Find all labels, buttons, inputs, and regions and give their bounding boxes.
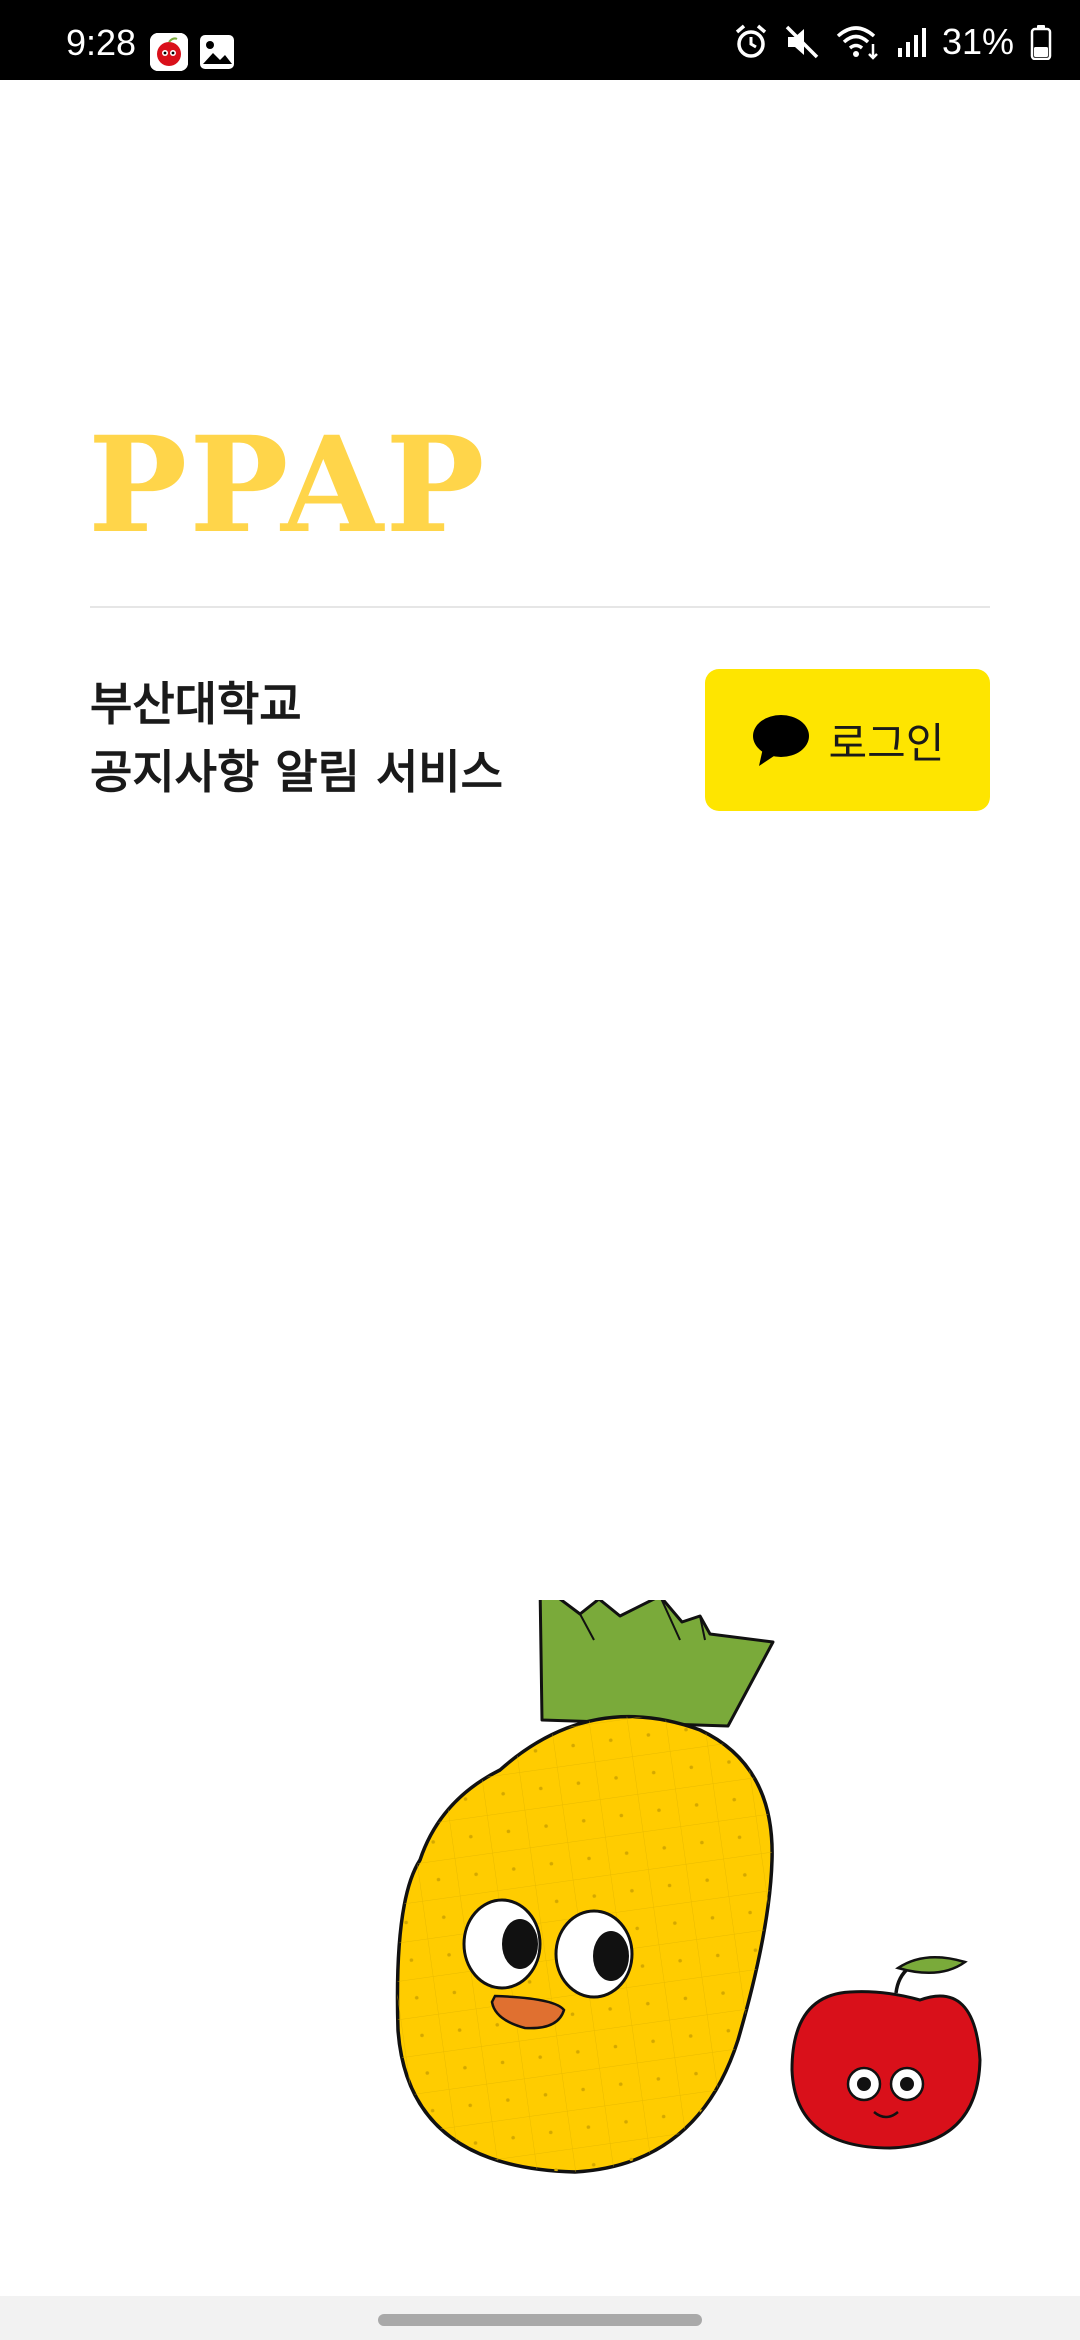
battery-percentage: 31% [941,21,1014,62]
wifi-icon [836,26,878,60]
login-label: 로그인 [828,718,945,768]
service-name: 공지사항 알림 서비스 [90,745,503,799]
chat-bubble-icon [752,715,809,766]
gallery-icon [198,33,236,71]
status-time: 9:28 [66,22,137,63]
alarm-icon [735,24,767,58]
status-bar: 9:28 31% [0,0,1080,80]
app-title: PPAP [88,408,487,563]
university-name: 부산대학교 [90,677,302,731]
pineapple-mascot [395,1714,774,2174]
apple-mascot [790,1956,982,2150]
app-notification-icon [150,33,188,71]
service-description: 부산대학교 공지사항 알림 서비스 [90,670,503,806]
navigation-bar [0,2296,1080,2340]
kakao-login-button[interactable]: 로그인 [705,669,990,811]
signal-icon [897,28,926,57]
pineapple-leaves [538,1600,775,1728]
divider [90,606,990,608]
mute-icon [785,25,819,59]
battery-icon [1030,25,1052,60]
home-gesture-handle[interactable] [378,2314,702,2326]
status-icons: 31% [734,21,1052,62]
mascot-illustration [395,1600,982,2174]
